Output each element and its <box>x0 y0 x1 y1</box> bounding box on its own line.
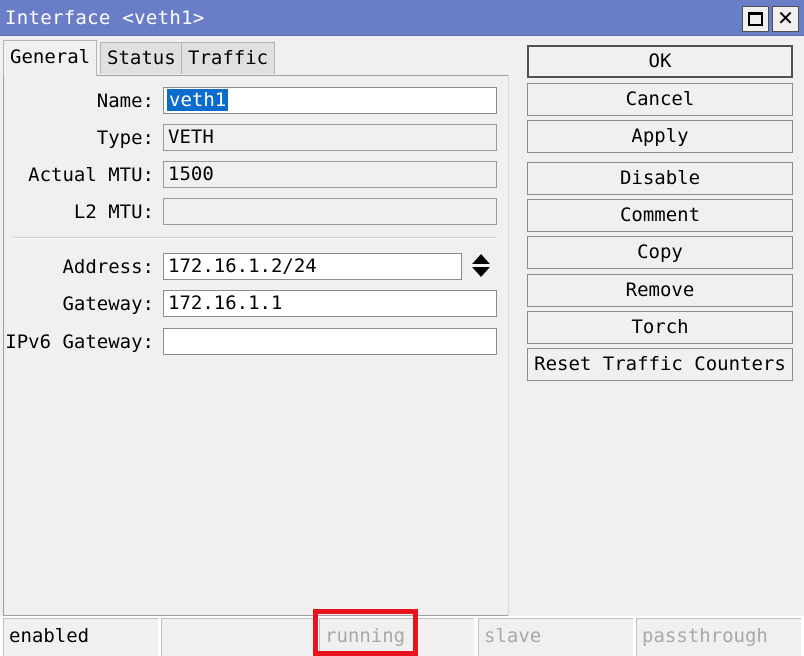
window-title: Interface <veth1> <box>5 7 205 29</box>
general-panel: Name: veth1 Type: VETH Actual MTU: 1500 … <box>3 75 509 616</box>
actual-mtu-label: Actual MTU: <box>28 164 154 186</box>
address-field[interactable]: 172.16.1.2/24 <box>163 253 462 280</box>
gateway-field[interactable]: 172.16.1.1 <box>163 290 497 317</box>
close-icon: ✕ <box>777 6 794 30</box>
close-button[interactable]: ✕ <box>772 6 799 32</box>
maximize-button[interactable] <box>742 6 769 32</box>
up-down-arrows-icon[interactable] <box>470 252 492 280</box>
name-value: veth1 <box>167 89 229 111</box>
ipv6-gateway-label: IPv6 Gateway: <box>5 331 154 353</box>
apply-button[interactable]: Apply <box>527 120 793 153</box>
tab-status[interactable]: Status <box>100 42 183 74</box>
type-label: Type: <box>96 127 154 149</box>
status-slave: slave <box>478 618 633 656</box>
torch-button[interactable]: Torch <box>527 311 793 344</box>
cancel-button[interactable]: Cancel <box>527 83 793 116</box>
status-passthrough: passthrough <box>636 618 801 656</box>
l2-mtu-field <box>163 198 497 225</box>
disable-button[interactable]: Disable <box>527 162 793 195</box>
reset-traffic-counters-button[interactable]: Reset Traffic Counters <box>527 348 793 381</box>
maximize-icon <box>748 12 763 26</box>
ipv6-gateway-field[interactable] <box>163 328 497 355</box>
copy-button[interactable]: Copy <box>527 236 793 269</box>
status-blank <box>161 618 316 656</box>
section-divider <box>13 237 497 239</box>
name-label: Name: <box>96 90 154 112</box>
status-enabled: enabled <box>3 618 158 656</box>
ok-button[interactable]: OK <box>527 45 793 78</box>
address-label: Address: <box>62 256 154 278</box>
comment-button[interactable]: Comment <box>527 199 793 232</box>
type-field: VETH <box>163 124 497 151</box>
gateway-label: Gateway: <box>62 293 154 315</box>
tab-traffic[interactable]: Traffic <box>181 42 276 74</box>
actual-mtu-field: 1500 <box>163 161 497 188</box>
l2-mtu-label: L2 MTU: <box>73 201 154 223</box>
status-bar: enabled running slave passthrough <box>0 616 804 656</box>
name-field[interactable]: veth1 <box>163 87 497 114</box>
status-running: running <box>319 618 474 656</box>
tab-general[interactable]: General <box>3 40 98 76</box>
interface-window: Interface <veth1> ✕ General Status Traff… <box>0 0 804 656</box>
remove-button[interactable]: Remove <box>527 274 793 307</box>
panel-divider <box>508 75 509 616</box>
title-bar[interactable]: Interface <veth1> ✕ <box>0 0 804 36</box>
